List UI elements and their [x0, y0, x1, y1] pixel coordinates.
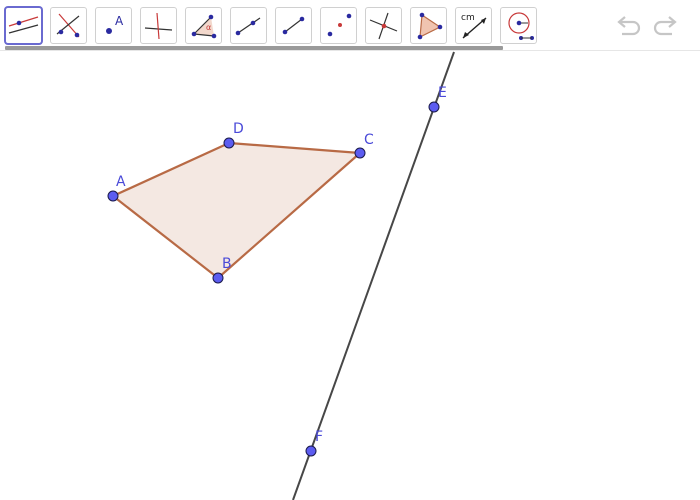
point-label-b: B — [222, 256, 232, 272]
point-label-e: E — [438, 85, 447, 101]
graphics-view[interactable]: A B C D E F — [0, 0, 700, 500]
point-b[interactable] — [212, 272, 224, 284]
point-label-c: C — [364, 132, 374, 148]
point-f[interactable] — [305, 445, 317, 457]
point-label-f: F — [315, 429, 323, 445]
point-label-d: D — [233, 121, 244, 137]
point-d[interactable] — [223, 137, 235, 149]
point-e[interactable] — [428, 101, 440, 113]
point-c[interactable] — [354, 147, 366, 159]
point-a[interactable] — [107, 190, 119, 202]
polygon-abcd[interactable] — [111, 141, 362, 280]
point-label-a: A — [116, 174, 126, 190]
